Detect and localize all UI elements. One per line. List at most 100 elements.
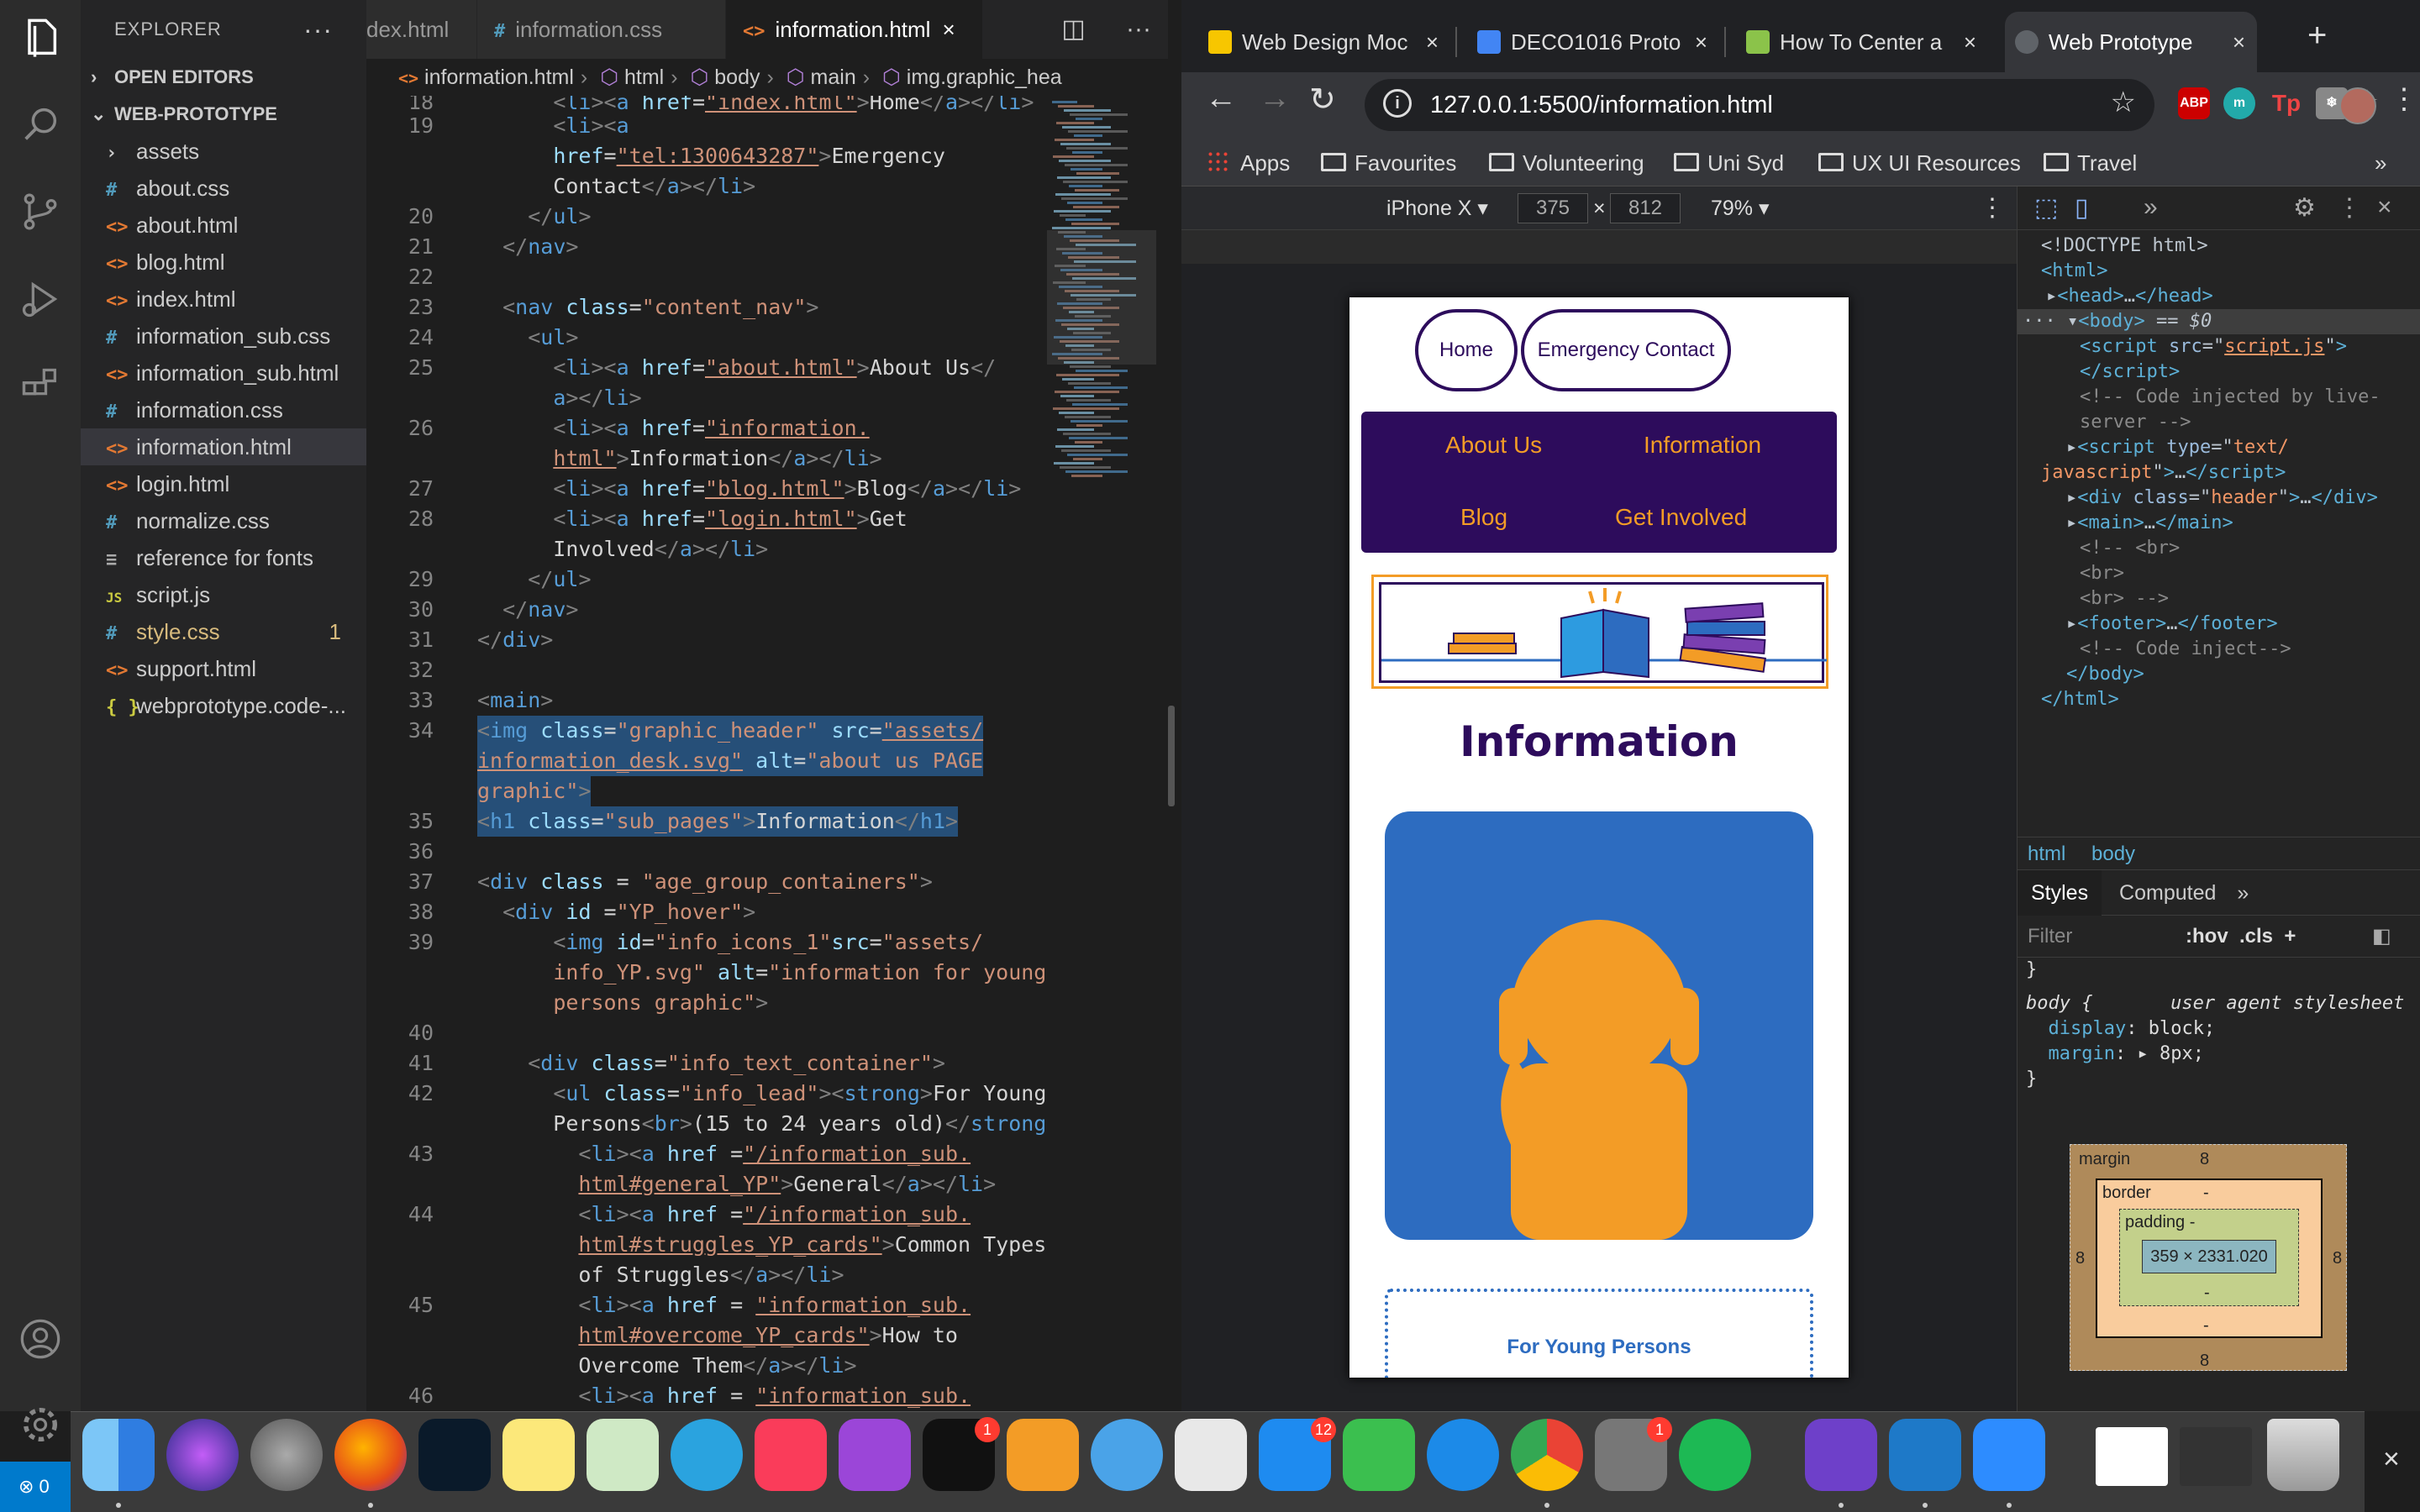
device-toggle-icon[interactable]: ▯	[2075, 193, 2089, 223]
music-icon[interactable]	[755, 1419, 827, 1491]
dom-node[interactable]: <!-- <br>	[2080, 536, 2180, 560]
close-tab-icon[interactable]: ×	[2233, 12, 2245, 72]
browser-tab[interactable]: DECO1016 Proto ×	[1467, 12, 1719, 72]
box-model-content-size[interactable]: 359 × 2331.020	[2142, 1240, 2276, 1273]
nav-home-link[interactable]: Home	[1415, 309, 1518, 391]
style-declaration[interactable]: display: block;	[2026, 1016, 2216, 1042]
dom-node[interactable]: </html>	[2041, 687, 2119, 711]
margin-right-value[interactable]: 8	[2333, 1249, 2342, 1268]
file-item[interactable]: # about.css	[81, 170, 366, 207]
dom-node[interactable]: ▸<footer>…</footer>	[2066, 612, 2278, 636]
address-bar[interactable]: i 127.0.0.1:5500/information.html ☆	[1365, 79, 2154, 131]
bookmark-folder[interactable]: Uni Syd	[1674, 139, 1784, 186]
open-editors-section[interactable]: › OPEN EDITORS	[81, 59, 366, 96]
close-tab-icon[interactable]: ×	[1964, 12, 1976, 72]
messages-icon[interactable]	[1091, 1419, 1163, 1491]
crumb-html[interactable]: html	[2028, 843, 2065, 865]
tab-information-css[interactable]: # information.css	[477, 0, 726, 59]
border-top-value[interactable]: -	[2203, 1184, 2209, 1203]
dom-node[interactable]: ▸<main>…</main>	[2066, 511, 2233, 535]
dom-node[interactable]: ▸<script type="text/	[2066, 435, 2289, 459]
device-width-input[interactable]: 375	[1518, 193, 1588, 223]
launchpad-icon[interactable]	[250, 1419, 323, 1491]
minimap[interactable]	[1047, 96, 1156, 1411]
preview-icon[interactable]	[1175, 1419, 1247, 1491]
tab-computed[interactable]: Computed	[2119, 881, 2216, 905]
chrome-menu-icon[interactable]: ⋮	[2390, 82, 2418, 116]
safari-icon[interactable]	[1427, 1419, 1499, 1491]
device-height-input[interactable]: 812	[1610, 193, 1681, 223]
file-item[interactable]: # information_sub.css	[81, 318, 366, 354]
close-devtools-icon[interactable]: ×	[2377, 193, 2392, 222]
more-tabs-icon[interactable]: »	[2237, 881, 2249, 905]
dom-node[interactable]: <!-- Code inject-->	[2080, 637, 2291, 661]
settings-gear-icon[interactable]	[15, 1399, 66, 1450]
split-editor-icon[interactable]: ◫	[1061, 15, 1085, 43]
padding-bottom-value[interactable]: -	[2204, 1284, 2210, 1303]
dom-node[interactable]: </body>	[2066, 662, 2144, 686]
extension-tp-icon[interactable]: Tp	[2270, 87, 2302, 119]
minimap-viewport[interactable]	[1047, 230, 1156, 365]
folder-item[interactable]: › assets	[81, 133, 366, 170]
filter-input[interactable]: Filter	[2028, 925, 2072, 948]
finder-icon[interactable]	[82, 1419, 155, 1491]
recent-window-thumbnail[interactable]	[2096, 1427, 2168, 1486]
file-item[interactable]: { }webprototype.code-...	[81, 687, 366, 724]
nav-get-involved-link[interactable]: Get Involved	[1615, 504, 1747, 531]
tab-styles[interactable]: Styles	[2018, 870, 2102, 916]
tab-information-html[interactable]: <> information.html ×	[726, 0, 983, 59]
dom-node[interactable]: <script src="script.js">	[2080, 334, 2347, 359]
telegram-icon[interactable]	[671, 1419, 743, 1491]
dom-node[interactable]: ▸<head>…</head>	[2046, 284, 2213, 308]
breadcrumb-item[interactable]: information.html	[424, 66, 574, 89]
browser-tab-active[interactable]: Web Prototype ×	[2005, 12, 2257, 72]
file-item[interactable]: <> about.html	[81, 207, 366, 244]
apple-tv-icon[interactable]: 1	[923, 1417, 1000, 1491]
dom-node[interactable]: <html>	[2041, 259, 2107, 283]
firefox-icon[interactable]	[334, 1419, 407, 1491]
zoom-icon[interactable]	[1973, 1419, 2045, 1491]
new-tab-button[interactable]: +	[2307, 17, 2327, 55]
chrome-icon[interactable]	[1511, 1419, 1583, 1491]
file-item[interactable]: <> information.html	[81, 428, 366, 465]
system-preferences-icon[interactable]: 1	[1595, 1417, 1672, 1491]
file-item[interactable]: # style.css 1	[81, 613, 366, 650]
bookmark-folder[interactable]: UX UI Resources	[1818, 139, 2021, 186]
dom-node[interactable]: javascript">…</script>	[2041, 460, 2286, 485]
more-actions-icon[interactable]: ···	[303, 0, 333, 59]
file-item[interactable]: <> information_sub.html	[81, 354, 366, 391]
devtools-settings-icon[interactable]: ⚙	[2293, 193, 2316, 223]
project-section[interactable]: ⌄ WEB-PROTOTYPE	[81, 96, 366, 133]
style-filter-options[interactable]: :hov .cls +	[2186, 916, 2296, 958]
kindle-icon[interactable]	[418, 1419, 491, 1491]
reload-icon[interactable]: ↻	[1309, 81, 1336, 118]
facetime-icon[interactable]	[1343, 1419, 1415, 1491]
forward-arrow-icon[interactable]: →	[1259, 81, 1291, 117]
vscode-icon[interactable]	[1889, 1419, 1961, 1491]
file-item[interactable]: <> index.html	[81, 281, 366, 318]
device-select[interactable]: iPhone X ▾	[1386, 186, 1488, 230]
close-tab-icon[interactable]: ×	[1695, 12, 1707, 72]
zoom-select[interactable]: 79% ▾	[1711, 186, 1770, 230]
margin-left-value[interactable]: 8	[2075, 1249, 2085, 1268]
site-info-icon[interactable]: i	[1383, 89, 1412, 118]
dom-node-body[interactable]: ··· ▾<body> == $0	[2023, 309, 2212, 333]
file-item[interactable]: <> blog.html	[81, 244, 366, 281]
more-actions-icon[interactable]: ···	[1126, 15, 1151, 43]
siri-icon[interactable]	[166, 1419, 239, 1491]
app-store-icon[interactable]: 12	[1259, 1417, 1336, 1491]
bookmark-star-icon[interactable]: ☆	[2111, 86, 2136, 119]
source-control-icon[interactable]	[15, 186, 66, 237]
podcasts-icon[interactable]	[839, 1419, 911, 1491]
dom-node[interactable]: <!DOCTYPE html>	[2041, 234, 2208, 258]
bookmark-folder[interactable]: Favourites	[1321, 139, 1456, 186]
file-item[interactable]: <> login.html	[81, 465, 366, 502]
nav-emergency-link[interactable]: Emergency Contact	[1521, 309, 1731, 391]
file-item[interactable]: <> support.html	[81, 650, 366, 687]
dom-node[interactable]: server -->	[2080, 410, 2191, 434]
dom-node[interactable]: <!-- Code injected by live-	[2080, 385, 2381, 409]
inspect-element-icon[interactable]: ⬚	[2034, 193, 2058, 223]
run-debug-icon[interactable]	[15, 274, 66, 324]
spotify-icon[interactable]	[1679, 1419, 1751, 1491]
back-arrow-icon[interactable]: ←	[1205, 81, 1237, 117]
